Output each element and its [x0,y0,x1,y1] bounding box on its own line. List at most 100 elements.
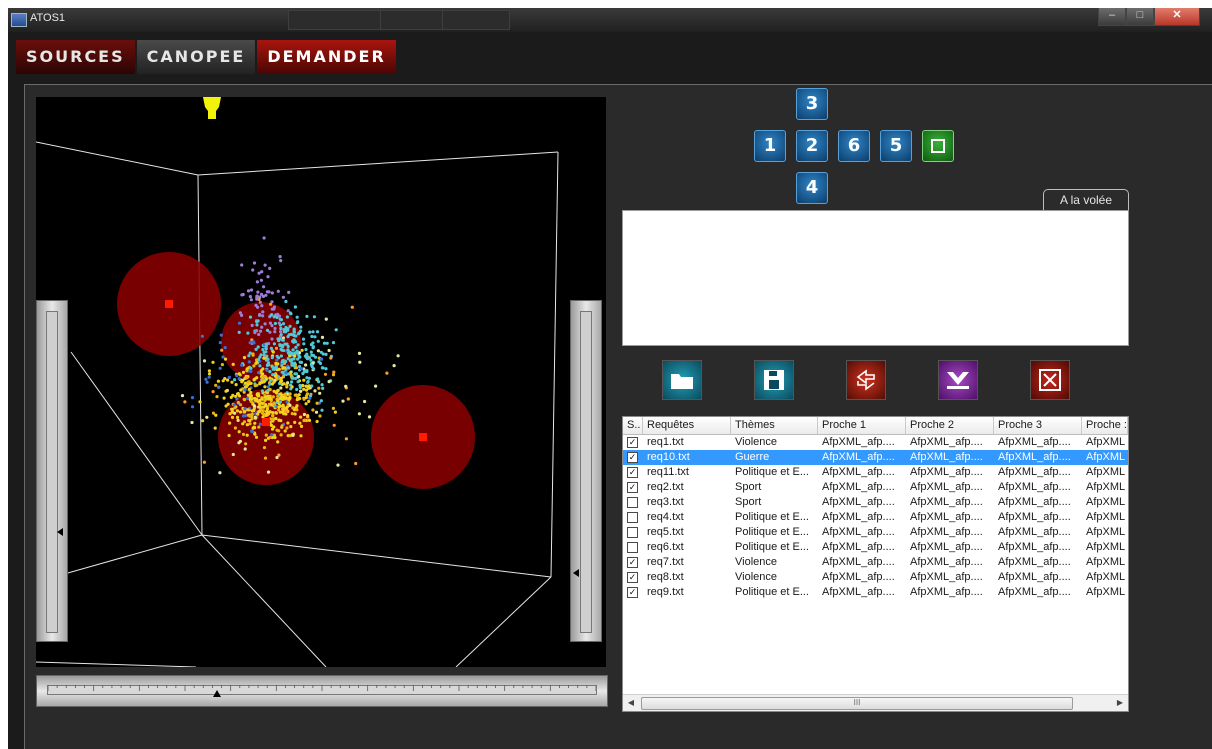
row-checkbox[interactable] [627,527,638,538]
data-point [334,328,338,332]
data-point [298,360,302,364]
slider-thumb[interactable] [212,690,221,697]
transfer-button[interactable] [846,360,886,400]
row-checkbox[interactable] [627,512,638,523]
row-checkbox[interactable] [627,542,638,553]
scroll-right-icon[interactable]: ▶ [1112,695,1128,711]
proche-1-cell: AfpXML_afp.... [822,586,895,598]
right-vertical-slider[interactable] [570,300,602,642]
bottom-horizontal-slider[interactable] [36,675,608,707]
proche-3-cell: AfpXML_afp.... [998,481,1071,493]
row-checkbox[interactable]: ✓ [627,452,638,463]
data-point [275,391,279,395]
request-file-cell: req7.txt [647,556,684,568]
data-point [320,335,325,339]
table-row[interactable]: ✓ req1.txt Violence AfpXML_afp.... AfpXML_af… [623,435,1128,450]
window-controls: – □ ✕ [1098,8,1200,26]
data-point [286,309,290,313]
data-point [244,442,248,446]
column-header-proche-2[interactable]: Proche 2 [906,417,994,434]
data-point [302,378,306,382]
data-point [227,375,231,379]
data-point [308,330,312,334]
column-header-proche-1[interactable]: Proche 1 [818,417,906,434]
column-header-select[interactable]: S.. [623,417,643,434]
request-file-cell: req6.txt [647,541,684,553]
menu-tab-demander[interactable]: DEMANDER [257,40,396,74]
delete-button[interactable] [1030,360,1070,400]
data-point [304,363,308,367]
data-point [303,354,307,358]
left-vertical-slider[interactable] [36,300,68,642]
table-row[interactable]: req3.txt Sport AfpXML_afp.... AfpXML_afp...… [623,495,1128,510]
view-button-4[interactable]: 4 [796,172,828,204]
slider-track [580,311,592,633]
data-point [316,349,320,353]
table-row[interactable]: req6.txt Politique et E... AfpXML_afp.... A… [623,540,1128,555]
table-row[interactable]: ✓ req2.txt Sport AfpXML_afp.... AfpXML_afp..… [623,480,1128,495]
proche-4-cell: AfpXML [1086,481,1126,493]
row-checkbox[interactable]: ✓ [627,557,638,568]
data-point [280,360,284,364]
table-row[interactable]: ✓ req9.txt Politique et E... AfpXML_afp....… [623,585,1128,600]
data-point [253,421,257,425]
data-point [262,405,266,409]
view-button-center[interactable] [922,130,954,162]
data-point [363,399,367,404]
horizontal-scrollbar[interactable]: ◀ III ▶ [623,694,1128,711]
column-header-proche-4[interactable]: Proche : [1082,417,1128,434]
row-checkbox[interactable]: ✓ [627,437,638,448]
request-file-cell: req5.txt [647,526,684,538]
data-point [396,354,400,358]
data-point [279,395,283,399]
tab-a-la-volee[interactable]: A la volée [1043,189,1129,210]
row-checkbox[interactable]: ✓ [627,482,638,493]
slider-thumb[interactable] [573,569,579,578]
scroll-thumb[interactable]: III [641,697,1073,710]
data-point [293,354,297,358]
view-button-1[interactable]: 1 [754,130,786,162]
view-button-5[interactable]: 5 [880,130,912,162]
table-row[interactable]: ✓ req7.txt Violence AfpXML_afp.... AfpXML_af… [623,555,1128,570]
row-checkbox[interactable]: ✓ [627,587,638,598]
table-row[interactable]: ✓ req10.txt Guerre AfpXML_afp.... AfpXML_afp… [623,450,1128,465]
data-point [260,325,264,329]
query-text-area[interactable] [622,210,1129,346]
minimize-button[interactable]: – [1098,8,1126,26]
data-point [288,395,292,400]
open-folder-button[interactable] [662,360,702,400]
scroll-left-icon[interactable]: ◀ [623,695,639,711]
menu-tab-canopee[interactable]: CANOPEE [136,40,256,74]
row-checkbox[interactable]: ✓ [627,572,638,583]
column-header-requetes[interactable]: Requêtes [643,417,731,434]
data-point [257,371,261,375]
column-header-themes[interactable]: Thèmes [731,417,818,434]
data-point [289,425,293,429]
slider-thumb[interactable] [57,527,63,536]
data-point [311,330,315,334]
save-button[interactable] [754,360,794,400]
data-point [279,392,283,396]
data-point [255,280,259,284]
row-checkbox-cell [623,510,643,525]
table-row[interactable]: req4.txt Politique et E... AfpXML_afp.... A… [623,510,1128,525]
3d-viewport[interactable] [36,97,606,667]
close-button[interactable]: ✕ [1154,8,1200,26]
data-point [257,332,261,337]
wireframe-edge [201,534,327,667]
table-row[interactable]: ✓ req11.txt Politique et E... AfpXML_afp...… [623,465,1128,480]
table-row[interactable]: req5.txt Politique et E... AfpXML_afp.... A… [623,525,1128,540]
row-checkbox[interactable] [627,497,638,508]
maximize-button[interactable]: □ [1126,8,1154,26]
view-button-3[interactable]: 3 [796,88,828,120]
download-button[interactable] [938,360,978,400]
data-point [248,341,252,345]
data-point [291,433,295,437]
menu-tab-sources[interactable]: SOURCES [16,40,135,74]
row-checkbox[interactable]: ✓ [627,467,638,478]
column-header-proche-3[interactable]: Proche 3 [994,417,1082,434]
table-row[interactable]: ✓ req8.txt Violence AfpXML_afp.... AfpXML_af… [623,570,1128,585]
view-button-6[interactable]: 6 [838,130,870,162]
data-point [321,366,325,370]
view-button-2[interactable]: 2 [796,130,828,162]
